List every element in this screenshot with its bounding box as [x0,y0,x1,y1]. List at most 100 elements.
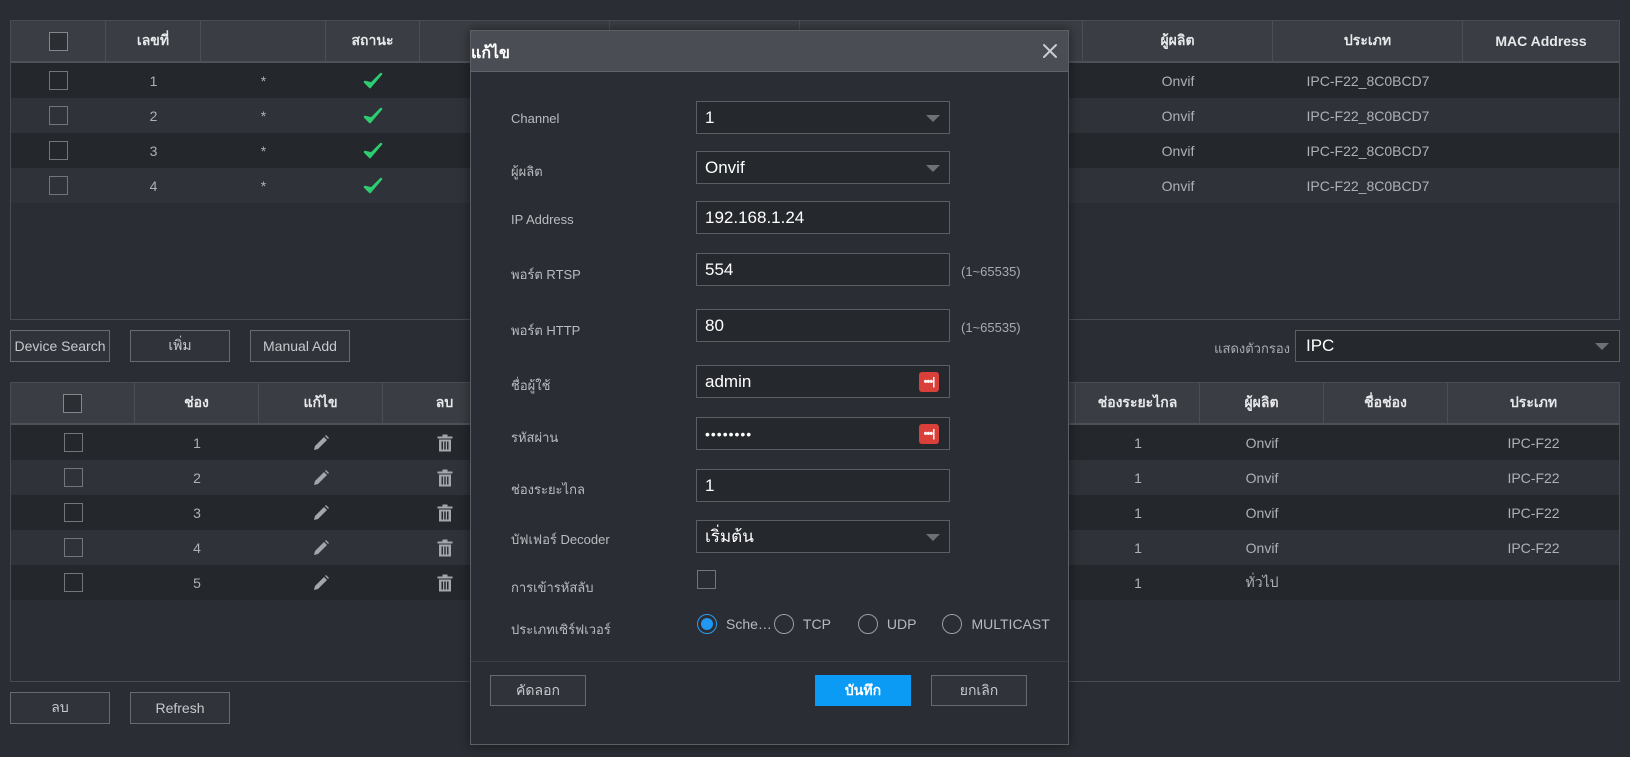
row-checkbox[interactable] [63,573,83,592]
row-mac [1463,133,1619,168]
row-remote-channel: 1 [1134,469,1142,486]
manual-add-button[interactable]: Manual Add [250,330,350,362]
ip-address-label: IP Address [511,212,574,227]
close-icon[interactable] [1040,41,1060,61]
username-input[interactable]: admin •••| [696,365,950,398]
row-manufacturer: Onvif [1161,107,1195,124]
pencil-icon[interactable] [312,539,330,557]
username-label: ชื่อผู้ใช้ [511,378,551,393]
row-manufacturer: Onvif [1245,504,1279,521]
trash-icon[interactable] [437,504,453,522]
row-checkbox[interactable] [63,538,83,557]
select-all-checkbox[interactable] [63,393,82,413]
header-remote-channel[interactable]: ช่องระยะไกล [1076,383,1200,423]
row-checkbox[interactable] [63,433,83,452]
row-channel-name [1324,565,1448,600]
channel-select[interactable]: 1 [696,101,950,134]
ip-address-value: 192.168.1.24 [705,207,805,227]
rtsp-port-range: (1~65535) [961,264,1021,279]
filter-select-value: IPC [1306,336,1335,355]
row-remote-channel: 1 [1134,434,1142,451]
decoder-buffer-select[interactable]: เริ่มต้น [696,520,950,553]
row-manufacturer: Onvif [1245,469,1279,486]
row-checkbox[interactable] [63,468,83,487]
chevron-down-icon [926,533,940,541]
save-button[interactable]: บันทึก [815,675,911,706]
keyboard-icon[interactable]: •••| [919,423,939,444]
header-manufacturer[interactable]: ผู้ผลิต [1200,383,1324,423]
row-mac [1463,98,1619,133]
copy-button[interactable]: คัดลอก [490,675,586,706]
row-checkbox[interactable] [63,503,83,522]
row-channel: 2 [193,469,201,486]
remote-channel-input[interactable]: 1 [696,469,950,502]
device-search-button[interactable]: Device Search [10,330,110,362]
password-value: •••••••• [705,425,753,442]
server-type-radio-group: Sche… TCP UDP MULTICAST [697,614,1050,634]
server-type-radio-udp[interactable] [857,614,878,634]
manufacturer-label: ผู้ผลิต [511,164,543,179]
server-type-radio-tcp[interactable] [773,614,794,634]
header-channel[interactable]: ช่อง [135,383,259,423]
header-status[interactable]: สถานะ [326,21,420,61]
delete-button[interactable]: ลบ [10,692,110,724]
header-mac[interactable]: MAC Address [1463,21,1619,61]
server-type-option-label: Sche… [726,616,772,632]
row-manufacturer: Onvif [1161,72,1195,89]
header-edit[interactable]: แก้ไข [259,383,383,423]
row-channel-name [1324,460,1448,495]
row-checkbox[interactable] [49,106,68,125]
rtsp-port-label: พอร์ต RTSP [511,267,581,282]
row-manufacturer: Onvif [1245,434,1279,451]
refresh-button[interactable]: Refresh [130,692,230,724]
row-checkbox[interactable] [49,176,68,195]
row-checkbox[interactable] [49,141,68,160]
pencil-icon[interactable] [312,469,330,487]
http-port-value: 80 [705,315,724,335]
server-type-radio-multicast[interactable] [942,614,963,634]
filter-label: แสดงตัวกรอง [1214,341,1290,356]
trash-icon[interactable] [437,574,453,592]
row-remote-channel: 1 [1134,574,1142,591]
header-type[interactable]: ประเภท [1273,21,1463,61]
header-manufacturer[interactable]: ผู้ผลิต [1083,21,1273,61]
row-channel: 4 [193,539,201,556]
row-no: 3 [149,142,158,159]
http-port-range: (1~65535) [961,320,1021,335]
header-type[interactable]: ประเภท [1448,383,1619,423]
row-manufacturer: Onvif [1245,539,1279,556]
row-no: 2 [149,107,158,124]
encryption-checkbox[interactable] [697,570,716,589]
row-channel-name [1324,530,1448,565]
username-value: admin [705,371,752,391]
trash-icon[interactable] [437,434,453,452]
ip-address-input[interactable]: 192.168.1.24 [696,201,950,234]
row-checkbox[interactable] [49,71,68,90]
pencil-icon[interactable] [312,574,330,592]
edit-device-dialog: แก้ไข Channel 1 ผู้ผลิต Onvif IP Address… [470,30,1069,745]
filter-select[interactable]: IPC [1295,330,1620,362]
row-type: IPC-F22 [1507,469,1560,486]
keyboard-icon[interactable]: •••| [919,371,939,392]
manufacturer-select[interactable]: Onvif [696,151,950,184]
select-all-checkbox[interactable] [48,31,68,51]
pencil-icon[interactable] [312,434,330,452]
header-no[interactable]: เลขที่ [106,21,201,61]
header-channel-name[interactable]: ชื่อช่อง [1324,383,1448,423]
row-remote-channel: 1 [1134,539,1142,556]
http-port-input[interactable]: 80 [696,309,950,342]
add-button[interactable]: เพิ่ม [130,330,230,362]
trash-icon[interactable] [437,469,453,487]
rtsp-port-input[interactable]: 554 [696,253,950,286]
channel-label: Channel [511,111,560,126]
trash-icon[interactable] [437,539,453,557]
password-input[interactable]: •••••••• •••| [696,417,950,450]
row-type: IPC-F22_8C0BCD7 [1306,72,1430,89]
dialog-title-bar[interactable]: แก้ไข [471,31,1068,72]
row-type: IPC-F22_8C0BCD7 [1306,142,1430,159]
header-select-all [11,21,106,61]
row-type: IPC-F22 [1507,539,1560,556]
server-type-radio-schedule[interactable] [697,614,717,634]
pencil-icon[interactable] [312,504,330,522]
cancel-button[interactable]: ยกเลิก [931,675,1027,706]
